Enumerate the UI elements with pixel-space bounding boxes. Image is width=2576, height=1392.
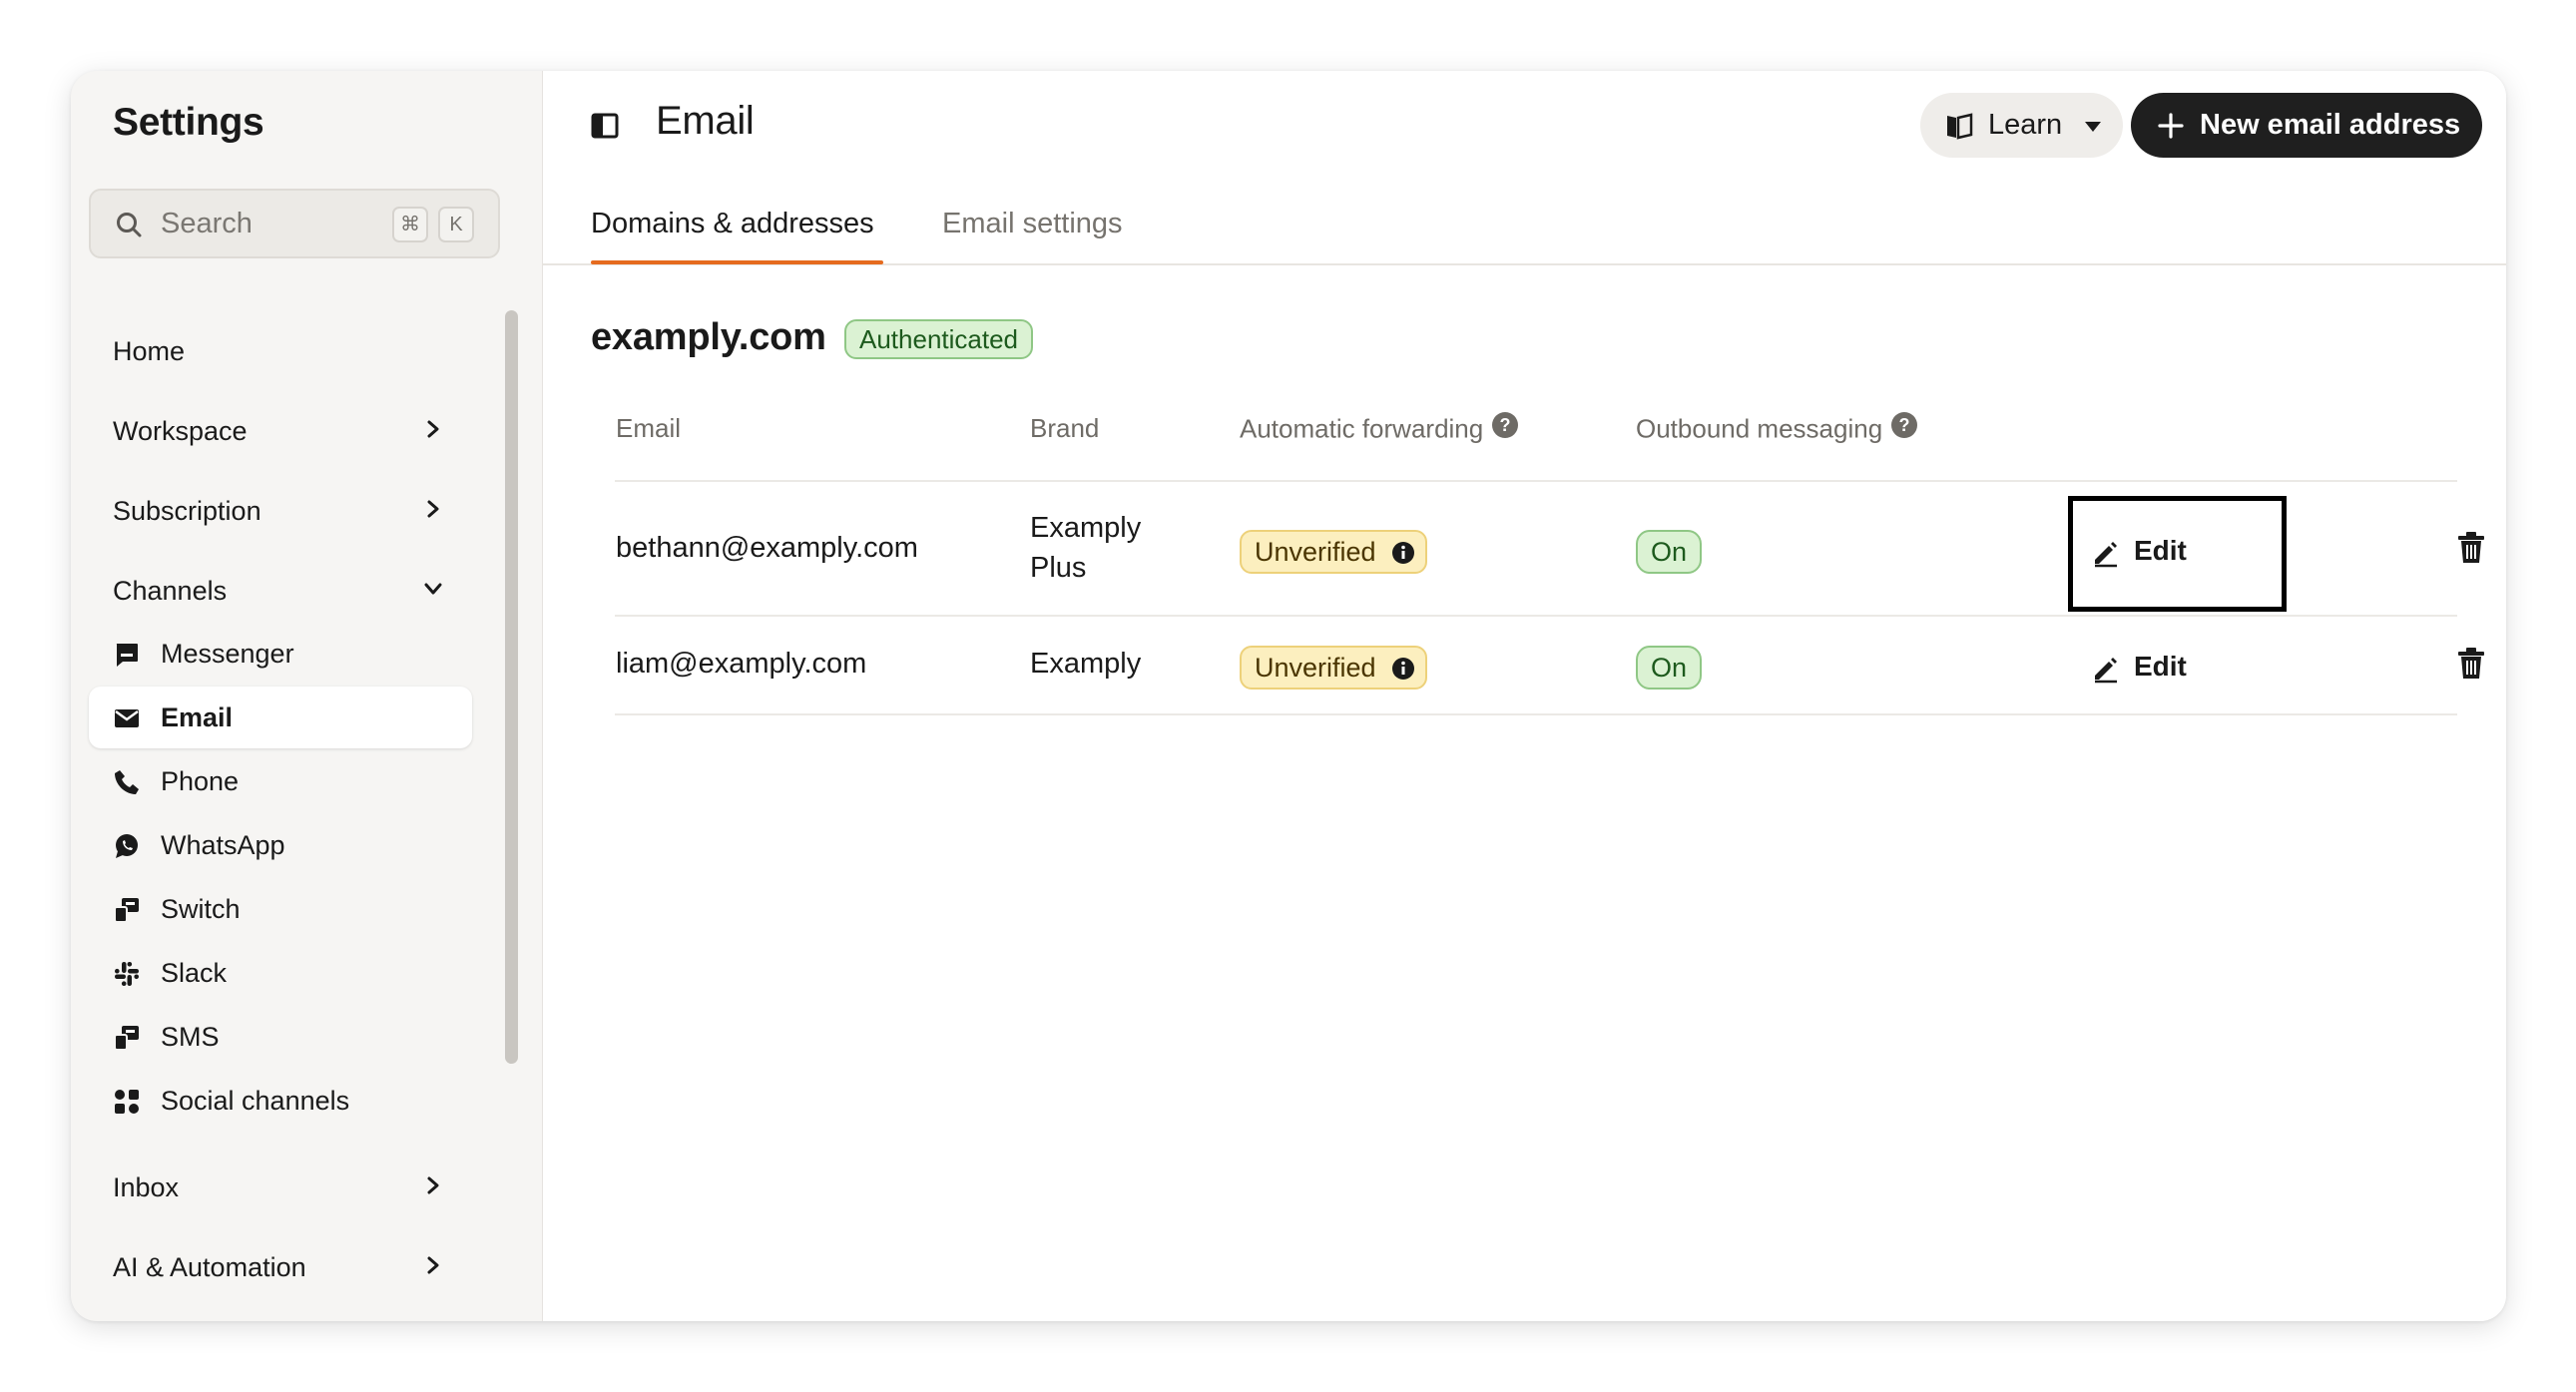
switch-icon <box>113 896 141 924</box>
chevron-right-icon <box>422 418 444 445</box>
help-icon[interactable]: ? <box>1491 411 1519 446</box>
whatsapp-icon <box>113 832 141 860</box>
sidebar-item-channels[interactable]: Channels <box>71 564 510 616</box>
table-header-divider <box>615 480 2457 482</box>
sidebar-item-label: WhatsApp <box>161 830 285 860</box>
sms-icon <box>113 1024 141 1052</box>
caret-down-icon <box>2084 120 2102 138</box>
sidebar-item-label: Social channels <box>161 1086 350 1116</box>
forwarding-status-label: Unverified <box>1255 653 1376 683</box>
sidebar-item-label: Channels <box>113 576 228 606</box>
shortcut-cmd-key: ⌘ <box>392 207 428 242</box>
sidebar-item-label: Home <box>113 336 186 366</box>
sidebar-item-label: Slack <box>161 958 228 988</box>
trash-icon[interactable] <box>2455 647 2487 681</box>
sidebar-item-label: AI & Automation <box>113 1252 306 1282</box>
sidebar-item-switch[interactable]: Switch <box>89 878 472 940</box>
chevron-right-icon <box>422 1254 444 1281</box>
learn-label: Learn <box>1988 109 2063 141</box>
sidebar-item-slack[interactable]: Slack <box>89 942 472 1004</box>
column-header-forwarding: Automatic forwarding? <box>1240 411 1519 448</box>
sidebar-item-inbox[interactable]: Inbox <box>71 1160 510 1212</box>
sidebar-item-label: Inbox <box>113 1172 180 1202</box>
brand-name-line2: Plus <box>1030 552 1087 584</box>
column-header-brand: Brand <box>1030 413 1100 443</box>
sidebar-item-ai-automation[interactable]: AI & Automation <box>71 1240 510 1292</box>
sidebar-item-subscription[interactable]: Subscription <box>71 484 510 536</box>
svg-text:?: ? <box>1899 415 1910 435</box>
sidebar-item-label: Workspace <box>113 416 248 446</box>
envelope-icon <box>113 704 141 732</box>
sidebar-item-home[interactable]: Home <box>71 324 510 376</box>
forwarding-status-label: Unverified <box>1255 537 1376 567</box>
pencil-icon <box>2091 654 2121 689</box>
sidebar-item-label: Messenger <box>161 639 294 669</box>
search-input[interactable]: Search ⌘ K <box>89 189 500 258</box>
info-icon <box>1391 657 1415 688</box>
search-placeholder: Search <box>161 208 253 239</box>
sidebar-item-label: Subscription <box>113 496 261 526</box>
learn-button[interactable]: Learn <box>1920 93 2123 158</box>
domain-status-badge: Authenticated <box>844 319 1034 359</box>
outbound-status-badge: On <box>1636 646 1702 690</box>
book-icon <box>1944 111 1974 146</box>
brand-name: Examply <box>1030 648 1142 680</box>
new-email-address-button[interactable]: New email address <box>2131 93 2482 158</box>
column-header-outbound-label: Outbound messaging <box>1636 413 1883 444</box>
help-icon[interactable]: ? <box>1890 411 1918 446</box>
sidebar-item-email[interactable]: Email <box>89 687 472 748</box>
column-header-outbound: Outbound messaging? <box>1636 411 1918 448</box>
settings-window: Settings Search ⌘ K Home Workspace Subsc… <box>71 71 2506 1321</box>
trash-icon[interactable] <box>2455 531 2487 565</box>
shortcut-k-key: K <box>438 207 474 242</box>
plus-icon <box>2157 112 2185 145</box>
new-email-address-label: New email address <box>2200 109 2461 141</box>
chevron-right-icon <box>422 498 444 525</box>
sidebar-item-label: Phone <box>161 766 240 796</box>
row-divider <box>615 615 2457 617</box>
svg-text:?: ? <box>1500 415 1511 435</box>
edit-label: Edit <box>2134 651 2187 682</box>
forwarding-status-badge[interactable]: Unverified <box>1240 530 1427 574</box>
main-content: Email Learn New email address Domains & … <box>542 71 2506 1321</box>
domain-name: examply.com <box>591 316 826 358</box>
sidebar-item-messenger[interactable]: Messenger <box>89 623 472 685</box>
outbound-status-badge: On <box>1636 530 1702 574</box>
email-address: bethann@examply.com <box>616 532 918 564</box>
chevron-down-icon <box>422 578 444 605</box>
sidebar-item-label: Email <box>161 702 234 732</box>
column-header-email: Email <box>616 413 682 443</box>
search-icon <box>115 211 143 243</box>
active-tab-indicator <box>591 260 883 264</box>
edit-button[interactable]: Edit <box>2067 640 2212 696</box>
row-divider <box>615 713 2457 715</box>
email-address: liam@examply.com <box>616 648 867 680</box>
settings-sidebar: Settings Search ⌘ K Home Workspace Subsc… <box>71 71 525 1321</box>
sidebar-item-workspace[interactable]: Workspace <box>71 404 510 456</box>
social-channels-icon <box>113 1088 141 1116</box>
chevron-right-icon <box>422 1174 444 1201</box>
sidebar-toggle-icon[interactable] <box>591 113 619 144</box>
page-title: Email <box>656 99 755 143</box>
brand-name: Examply <box>1030 512 1142 544</box>
messenger-icon <box>113 641 141 669</box>
sidebar-item-phone[interactable]: Phone <box>89 750 472 812</box>
tab-domains-addresses[interactable]: Domains & addresses <box>591 208 874 240</box>
sidebar-item-label: SMS <box>161 1022 220 1052</box>
sidebar-item-sms[interactable]: SMS <box>89 1006 472 1068</box>
phone-icon <box>113 768 141 796</box>
edit-button-focus-outline <box>2068 496 2287 612</box>
sidebar-item-whatsapp[interactable]: WhatsApp <box>89 814 472 876</box>
tab-email-settings[interactable]: Email settings <box>942 208 1123 240</box>
sidebar-item-social-channels[interactable]: Social channels <box>89 1070 472 1132</box>
slack-icon <box>113 960 141 988</box>
sidebar-item-label: Switch <box>161 894 241 924</box>
forwarding-status-badge[interactable]: Unverified <box>1240 646 1427 690</box>
sidebar-scrollbar[interactable] <box>505 310 518 1064</box>
column-header-forwarding-label: Automatic forwarding <box>1240 413 1484 444</box>
info-icon <box>1391 541 1415 572</box>
sidebar-title: Settings <box>113 101 264 144</box>
